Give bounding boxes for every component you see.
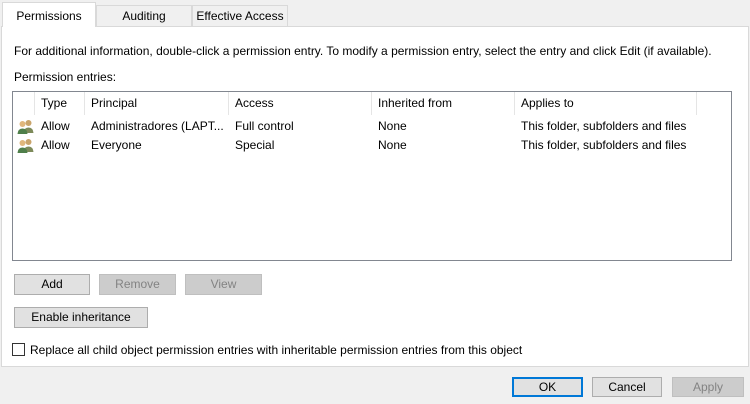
tab-auditing[interactable]: Auditing	[96, 5, 192, 26]
cell-access: Full control	[235, 119, 294, 133]
info-text: For additional information, double-click…	[14, 44, 712, 58]
column-header-icon[interactable]	[13, 92, 35, 115]
cell-principal: Everyone	[91, 138, 142, 152]
tab-permissions[interactable]: Permissions	[2, 2, 96, 27]
ok-button[interactable]: OK	[512, 377, 583, 397]
replace-child-permissions-label[interactable]: Replace all child object permission entr…	[30, 342, 522, 358]
table-row[interactable]: Allow Everyone Special None This folder,…	[13, 136, 731, 155]
column-header-inherited-from[interactable]: Inherited from	[372, 92, 515, 115]
tab-effective-access[interactable]: Effective Access	[192, 5, 288, 26]
cell-applies-to: This folder, subfolders and files	[521, 138, 687, 152]
column-header-applies-to[interactable]: Applies to	[515, 92, 697, 115]
cancel-button[interactable]: Cancel	[592, 377, 662, 397]
permissions-panel: For additional information, double-click…	[1, 26, 749, 367]
cell-access: Special	[235, 138, 275, 152]
view-button[interactable]: View	[185, 274, 262, 295]
tab-strip: Permissions Auditing Effective Access	[0, 0, 750, 27]
apply-button[interactable]: Apply	[672, 377, 744, 397]
cell-inherited-from: None	[378, 138, 407, 152]
table-row[interactable]: Allow Administradores (LAPT... Full cont…	[13, 117, 731, 136]
cell-type: Allow	[41, 119, 70, 133]
remove-button[interactable]: Remove	[99, 274, 176, 295]
permission-entries-list[interactable]: Type Principal Access Inherited from App…	[12, 91, 732, 261]
permission-entries-label: Permission entries:	[14, 70, 117, 84]
enable-inheritance-button[interactable]: Enable inheritance	[14, 307, 148, 328]
cell-principal: Administradores (LAPT...	[91, 119, 224, 133]
column-header-type[interactable]: Type	[35, 92, 85, 115]
cell-inherited-from: None	[378, 119, 407, 133]
list-header: Type Principal Access Inherited from App…	[13, 92, 731, 115]
cell-applies-to: This folder, subfolders and files	[521, 119, 687, 133]
column-header-access[interactable]: Access	[229, 92, 372, 115]
replace-child-permissions-checkbox[interactable]	[12, 343, 25, 356]
column-header-principal[interactable]: Principal	[85, 92, 229, 115]
user-group-icon	[17, 118, 34, 135]
cell-type: Allow	[41, 138, 70, 152]
add-button[interactable]: Add	[14, 274, 90, 295]
user-group-icon	[17, 137, 34, 154]
